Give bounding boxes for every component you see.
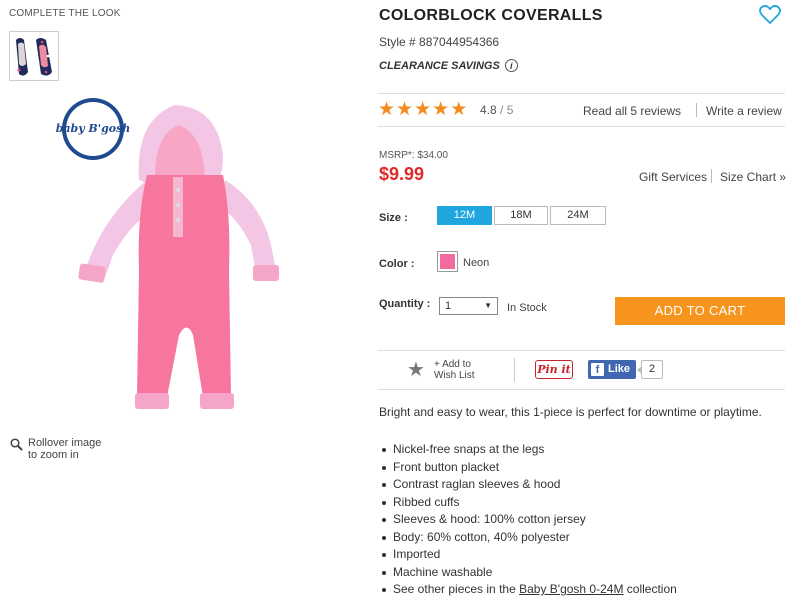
color-name: Neon xyxy=(463,257,490,269)
list-item: See other pieces in the Baby B'gosh 0-24… xyxy=(379,582,677,600)
info-icon[interactable]: i xyxy=(504,59,518,72)
write-review-link[interactable]: Write a review xyxy=(706,104,782,118)
wishlist-star-icon[interactable]: ★ xyxy=(407,360,425,380)
rating-out-of: / 5 xyxy=(500,103,514,117)
rating-stars: ★ ★ ★ ★ ★ xyxy=(378,100,467,119)
list-item: Front button placket xyxy=(379,460,677,478)
rating-value: 4.8 xyxy=(480,103,497,117)
divider xyxy=(378,126,785,127)
quantity-value: 1 xyxy=(445,300,452,312)
facebook-icon: f xyxy=(591,363,604,376)
star-icon: ★ xyxy=(450,99,468,120)
product-description: Bright and easy to wear, this 1-piece is… xyxy=(379,405,762,419)
facebook-like-label: Like xyxy=(608,363,631,375)
wishlist-line-2: Wish List xyxy=(434,370,475,381)
complete-the-look-heading: COMPLETE THE LOOK xyxy=(9,8,121,19)
zoom-hint-line-1: Rollover image xyxy=(28,437,102,449)
read-reviews-link[interactable]: Read all 5 reviews xyxy=(583,104,681,118)
collection-link[interactable]: Baby B'gosh 0-24M xyxy=(519,582,623,596)
list-item: Imported xyxy=(379,547,677,565)
facebook-like-count: 2 xyxy=(637,360,663,379)
color-swatch-neon[interactable] xyxy=(437,251,458,272)
sale-price: $9.99 xyxy=(379,164,425,184)
favorite-heart-icon[interactable] xyxy=(759,4,781,30)
list-item: Ribbed cuffs xyxy=(379,495,677,513)
divider xyxy=(514,358,515,382)
color-label: Color : xyxy=(379,258,415,270)
clearance-label: CLEARANCE SAVINGS xyxy=(379,59,500,72)
list-item: Machine washable xyxy=(379,565,677,583)
divider xyxy=(696,103,697,117)
size-chart-link[interactable]: Size Chart » xyxy=(720,170,786,184)
style-number: Style # 887044954366 xyxy=(379,35,500,49)
star-icon: ★ xyxy=(396,99,414,120)
quantity-label: Quantity : xyxy=(379,298,431,310)
clearance-savings: CLEARANCE SAVINGS i xyxy=(379,59,518,72)
divider xyxy=(711,169,712,183)
pinterest-pin-button[interactable]: Pin it xyxy=(535,360,573,379)
complete-look-thumbnail-shoes[interactable] xyxy=(9,31,59,81)
star-icon: ★ xyxy=(432,99,450,120)
size-option-24m[interactable]: 24M xyxy=(550,206,606,225)
divider xyxy=(378,389,785,390)
rating-score: 4.8 / 5 xyxy=(480,103,513,117)
divider xyxy=(378,93,785,94)
brand-logo-text: baby B'gosh xyxy=(56,122,131,135)
divider xyxy=(378,350,785,351)
star-icon: ★ xyxy=(414,99,432,120)
collection-suffix: collection xyxy=(623,582,677,596)
wishlist-line-1: + Add to xyxy=(434,359,471,370)
zoom-hint-line-2: to zoom in xyxy=(28,449,79,461)
star-icon: ★ xyxy=(378,99,396,120)
size-option-18m[interactable]: 18M xyxy=(494,206,548,225)
quantity-select[interactable]: 1 ▼ xyxy=(439,297,498,315)
msrp-price: MSRP*: $34.00 xyxy=(379,150,448,161)
gift-services-link[interactable]: Gift Services xyxy=(639,170,707,184)
size-option-12m[interactable]: 12M xyxy=(437,206,492,225)
list-item: Sleeves & hood: 100% cotton jersey xyxy=(379,512,677,530)
list-item: Contrast raglan sleeves & hood xyxy=(379,477,677,495)
size-label: Size : xyxy=(379,212,408,224)
add-to-cart-button[interactable]: ADD TO CART xyxy=(615,297,785,325)
product-image[interactable]: baby B'gosh xyxy=(55,95,295,430)
feature-list: Nickel-free snaps at the legs Front butt… xyxy=(379,442,677,600)
list-item: Nickel-free snaps at the legs xyxy=(379,442,677,460)
facebook-like-button[interactable]: f Like xyxy=(588,360,636,379)
collection-prefix: See other pieces in the xyxy=(393,582,520,596)
product-title: COLORBLOCK COVERALLS xyxy=(379,7,603,24)
stock-status: In Stock xyxy=(507,302,547,314)
chevron-down-icon: ▼ xyxy=(484,301,492,310)
brand-logo: baby B'gosh xyxy=(56,98,131,160)
list-item: Body: 60% cotton, 40% polyester xyxy=(379,530,677,548)
magnifier-icon xyxy=(10,438,23,451)
add-to-wishlist-link[interactable]: + Add to Wish List xyxy=(434,359,475,381)
